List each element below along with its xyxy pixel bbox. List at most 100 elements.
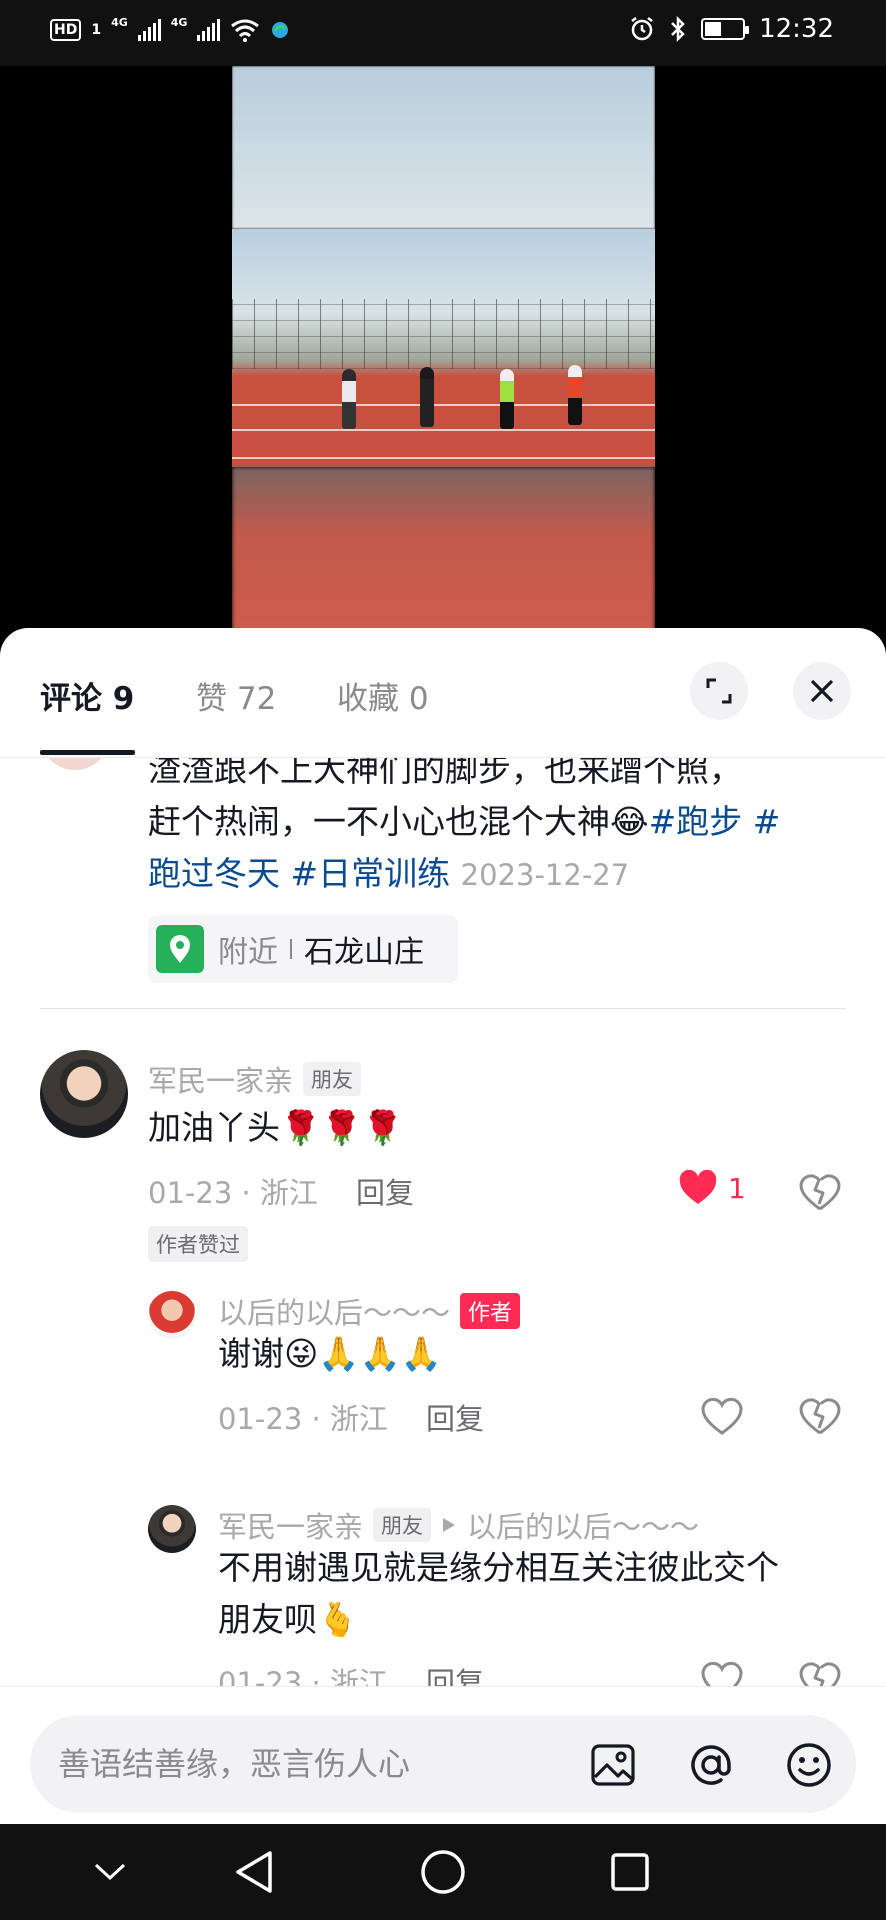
fence [232,299,655,369]
track-lane-line [232,404,655,406]
comment-date-location: 01-23 · 浙江 [148,1176,318,1210]
nav-home-button[interactable] [417,1846,469,1898]
location-separator [290,939,292,959]
nav-recents-button[interactable] [604,1846,656,1898]
reply-text: 不用谢遇见就是缘分相互关注彼此交个 朋友呗🫰 [218,1542,858,1646]
broken-heart-icon[interactable] [798,1170,842,1214]
bluetooth-icon [671,16,685,42]
comment-list[interactable]: 渣渣跟不上大神们的脚步，也来蹭个照， 赶个热闹，一不小心也混个大神😂#跑步 # … [0,758,886,1686]
reply-username-row: 以后的以后～～～ 作者 [218,1290,521,1332]
tab-indicator [40,750,135,755]
signal-1-icon [137,19,161,41]
reply-username[interactable]: 军民一家亲 [218,1504,363,1546]
broken-heart-icon[interactable] [798,1394,842,1438]
comment-sheet: 评论 9 赞 72 收藏 0 渣渣跟不上大神们的脚步，也来蹭个照， 赶个热闹，一… [0,628,886,1824]
like-count: 1 [728,1171,746,1205]
runner [420,367,434,427]
like-button[interactable]: 1 [678,1170,746,1206]
reply-button[interactable]: 回复 [426,1660,484,1686]
friend-badge: 朋友 [373,1508,432,1542]
hd-indicator: HD [50,19,82,41]
track-lane-line [232,457,655,459]
battery-icon [701,18,750,40]
tab-comments[interactable]: 评论 9 [40,673,134,718]
reply-avatar[interactable] [148,1505,196,1553]
friend-badge: 朋友 [303,1062,362,1096]
comment-input[interactable] [58,1739,558,1789]
reply-button[interactable]: 回复 [426,1396,484,1438]
runner [500,369,514,429]
reply-date-location: 01-23 · 浙江 [218,1666,388,1686]
comment-username[interactable]: 军民一家亲 [148,1058,293,1100]
video-bottom-blur [232,467,655,636]
reply-target-username[interactable]: 以后的以后～～～ [467,1504,699,1546]
comment-meta: 01-23 · 浙江 回复 [148,1170,414,1212]
author-liked-badge: 作者赞过 [148,1226,248,1262]
tab-favorites[interactable]: 收藏 0 [337,673,429,718]
hashtag-daily-training[interactable]: #日常训练 [291,854,451,893]
video-top-blur [232,66,655,229]
expand-button[interactable] [690,662,748,720]
heart-icon[interactable] [700,1394,744,1438]
reply-username[interactable]: 以后的以后～～～ [218,1290,450,1332]
tab-bar: 评论 9 赞 72 收藏 0 [0,628,886,758]
hashtag-running[interactable]: #跑步 [649,802,743,841]
image-button[interactable] [588,1740,638,1790]
broken-heart-icon[interactable] [798,1658,842,1686]
nav-back-button[interactable] [228,1846,280,1898]
comment-input-bar [0,1686,886,1824]
post-author-avatar[interactable] [40,758,110,770]
tab-likes[interactable]: 赞 72 [196,673,276,718]
expand-icon [706,678,732,704]
location-chip[interactable]: 附近 石龙山庄 [148,915,458,983]
at-icon [691,1745,731,1785]
recents-square-icon [611,1853,649,1891]
play-arrow-icon [443,1518,456,1532]
video-preview[interactable] [232,66,655,636]
chevron-down-icon [94,1863,126,1881]
nav-collapse-button[interactable] [84,1846,136,1898]
emoji-icon [787,1743,831,1787]
reply-text-line-2: 朋友呗🫰 [218,1600,359,1639]
comment-input-container[interactable] [30,1715,856,1813]
location-pin-icon [156,925,204,973]
hashtag-winter-running[interactable]: 跑过冬天 [148,854,280,893]
status-bar: HD 1 4G 4G 12:32 [0,0,886,66]
post-caption: 渣渣跟不上大神们的脚步，也来蹭个照， 赶个热闹，一不小心也混个大神😂#跑步 # … [148,758,848,901]
location-near-label: 附近 [218,935,278,970]
system-nav-bar [0,1824,886,1920]
back-triangle-icon [236,1851,272,1893]
mention-button[interactable] [686,1740,736,1790]
signal-2-icon [197,19,221,41]
reply-avatar[interactable] [148,1291,196,1339]
reply-button[interactable]: 回复 [356,1170,414,1212]
emoji-button[interactable] [784,1740,834,1790]
heart-filled-icon [679,1170,717,1204]
network-type-2: 4G [170,15,188,29]
runner [342,369,356,429]
comment-username-row: 军民一家亲 朋友 [148,1058,362,1100]
sim-slot: 1 [91,22,102,38]
commenter-avatar[interactable] [40,1050,128,1138]
reply-meta: 01-23 · 浙江 回复 [218,1396,484,1438]
alarm-icon [631,17,653,41]
author-badge: 作者 [460,1293,521,1329]
reply-text: 谢谢😜🙏🙏🙏 [218,1334,442,1373]
location-name: 石龙山庄 [304,935,424,970]
divider [40,1008,846,1009]
reply-meta: 01-23 · 浙江 回复 [218,1660,484,1686]
clock: 12:32 [759,14,834,44]
hashtag-prefix[interactable]: # [753,802,781,841]
post-date: 2023-12-27 [460,858,630,892]
reply-date-location: 01-23 · 浙江 [218,1402,388,1436]
caption-line-2: 赶个热闹，一不小心也混个大神😂 [148,802,649,841]
close-icon [810,679,834,703]
browser-app-icon [272,22,289,38]
close-button[interactable] [793,662,851,720]
runner [568,365,582,425]
wifi-icon [231,19,260,42]
track-lane-line [232,429,655,431]
video-frame [232,229,655,467]
reply-text-line-1: 不用谢遇见就是缘分相互关注彼此交个 [218,1548,779,1587]
heart-icon[interactable] [700,1658,744,1686]
